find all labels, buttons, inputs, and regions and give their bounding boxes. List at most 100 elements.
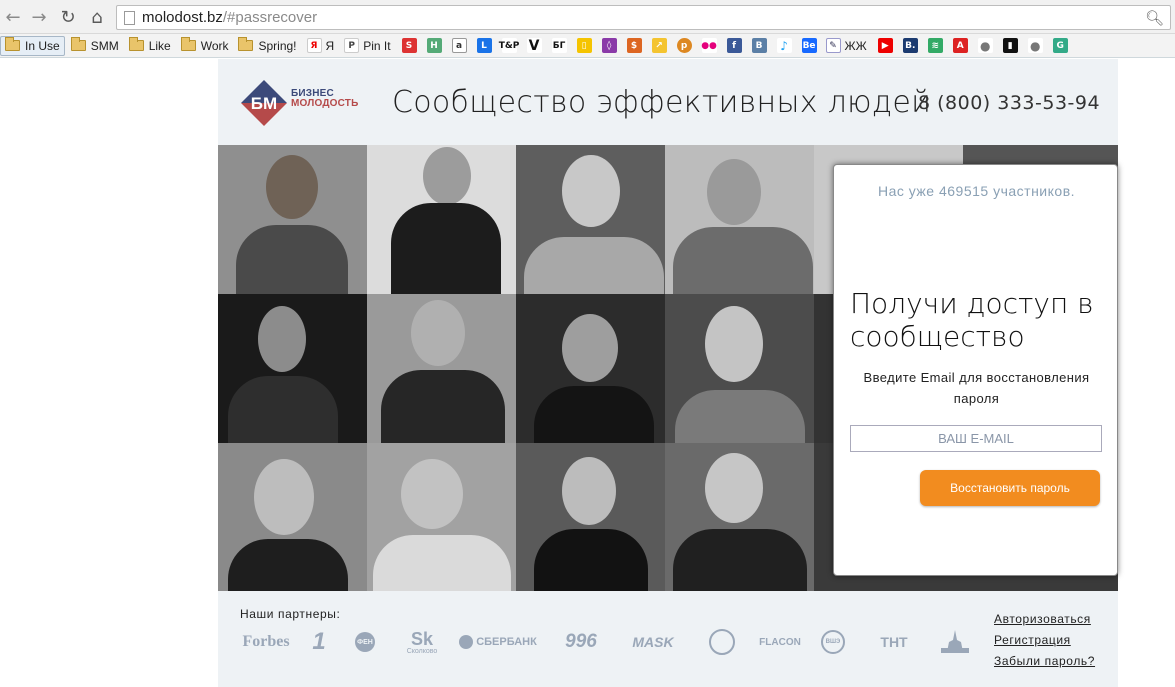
partner-skolkovo-logo[interactable]: Sk Сколково: [404, 627, 440, 657]
bookmark-folder-work[interactable]: Work: [177, 36, 233, 56]
browser-toolbar: ← → ↻ ⌂ molodost.bz/#passrecover 🔍︎: [0, 0, 1175, 34]
flickr-icon[interactable]: ●●: [701, 38, 717, 53]
logo-text[interactable]: БИЗНЕС МОЛОДОСТЬ: [291, 89, 359, 109]
v-icon[interactable]: V: [526, 38, 542, 54]
cursor-icon[interactable]: ↗: [651, 38, 667, 53]
g-icon[interactable]: G: [1052, 38, 1068, 53]
folder-icon: [70, 37, 86, 51]
login-link[interactable]: Авторизоваться: [994, 609, 1095, 630]
bg-icon[interactable]: БГ: [551, 38, 567, 53]
email-input[interactable]: [850, 425, 1102, 452]
tr-icon[interactable]: T&P: [499, 38, 519, 53]
phone-number: 8 (800) 333-53-94: [918, 92, 1101, 114]
zoom-icon[interactable]: 🔍︎: [1145, 9, 1164, 27]
member-photo: [665, 145, 814, 294]
member-photo: [367, 294, 516, 443]
partners-label: Наши партнеры:: [240, 607, 341, 621]
logo-mark-text: БМ: [251, 94, 277, 113]
link-icon[interactable]: a: [451, 38, 467, 53]
behance-icon[interactable]: Be: [801, 38, 817, 53]
pinterest-icon[interactable]: p: [676, 38, 692, 53]
member-photo: [218, 443, 367, 591]
bookmarks-bar: In Use SMM Like Work Spring! ЯЯ P Pin It …: [0, 34, 1175, 58]
address-bar[interactable]: molodost.bz/#passrecover 🔍︎: [116, 5, 1171, 30]
partner-seal-logo[interactable]: [708, 627, 736, 657]
bookmark-lj[interactable]: ✎ ЖЖ: [822, 36, 871, 56]
logo-line2: МОЛОДОСТЬ: [291, 98, 359, 109]
page-icon: [124, 11, 135, 25]
site-header: БМ БИЗНЕС МОЛОДОСТЬ Сообщество эффективн…: [218, 59, 1118, 145]
forgot-password-link[interactable]: Забыли пароль?: [994, 651, 1095, 672]
bookmark-label: Like: [148, 38, 171, 53]
twitter-icon[interactable]: ♪: [776, 38, 792, 53]
forward-icon[interactable]: →: [28, 6, 50, 28]
l-icon[interactable]: L: [476, 38, 492, 53]
bookmark-label: ЖЖ: [844, 38, 867, 53]
partner-sberbank-text: СБЕРБАНК: [476, 636, 537, 648]
bookmark-folder-smm[interactable]: SMM: [67, 36, 123, 56]
member-photo: [516, 145, 665, 294]
bookmark-label: Я: [325, 38, 335, 53]
partner-msu-logo[interactable]: [940, 627, 970, 657]
tagline: Сообщество эффективных людей: [392, 85, 932, 120]
footer-links: Авторизоваться Регистрация Забыли пароль…: [994, 609, 1095, 672]
partner-tnt-logo[interactable]: ТНТ: [874, 627, 914, 657]
address-url[interactable]: molodost.bz/#passrecover: [142, 9, 317, 26]
panel-hint: Введите Email для восстановления пароля: [863, 370, 1090, 406]
partner-flacon-logo[interactable]: FLACON: [759, 627, 801, 657]
url-path: /#passrecover: [222, 9, 318, 26]
grey-apple-icon[interactable]: ●: [1027, 38, 1043, 53]
apple-icon[interactable]: ●: [977, 38, 993, 53]
msu-building-icon: [941, 630, 969, 653]
folder-icon: [238, 37, 254, 51]
vk-icon[interactable]: B: [751, 38, 767, 53]
recover-password-button[interactable]: Восстановить пароль: [920, 470, 1100, 506]
h-icon[interactable]: H: [426, 38, 442, 53]
dollar-icon[interactable]: $: [626, 38, 642, 53]
bookmark-label: Spring!: [258, 38, 297, 53]
password-recovery-panel: Нас уже 469515 участников. Получи доступ…: [833, 164, 1118, 576]
partner-996-logo[interactable]: 996: [558, 627, 604, 657]
partner-forbes-logo[interactable]: Forbes: [240, 627, 292, 657]
bookmark-folder-like[interactable]: Like: [125, 36, 175, 56]
partner-hse-logo[interactable]: ВШЭ: [820, 627, 846, 657]
home-icon[interactable]: ⌂: [86, 6, 108, 28]
bookmark-label: SMM: [90, 38, 119, 53]
partner-hse-text: ВШЭ: [821, 630, 845, 654]
page: БМ БИЗНЕС МОЛОДОСТЬ Сообщество эффективн…: [218, 59, 1118, 687]
s-icon[interactable]: S: [401, 38, 417, 53]
yandex-icon: Я: [306, 38, 322, 53]
bookmark-yandex[interactable]: ЯЯ: [303, 36, 339, 56]
register-link[interactable]: Регистрация: [994, 630, 1095, 651]
bookmark-folder-in-use[interactable]: In Use: [0, 35, 65, 56]
pen-icon: ✎: [825, 38, 841, 53]
url-host: molodost.bz: [142, 9, 223, 26]
partner-skolkovo-sub: Сколково: [406, 647, 438, 655]
back-icon[interactable]: ←: [2, 6, 24, 28]
folder-icon: [128, 37, 144, 51]
reload-icon[interactable]: ↻: [57, 6, 79, 28]
logo-mark[interactable]: БМ: [241, 80, 287, 126]
a-icon[interactable]: A: [952, 38, 968, 53]
bookmark-icon[interactable]: ▯: [576, 38, 592, 53]
b-icon[interactable]: B.: [902, 38, 918, 53]
member-photo: [367, 443, 516, 591]
folder-icon: [5, 37, 20, 51]
member-count: Нас уже 469515 участников.: [877, 183, 1076, 199]
partner-fen-logo[interactable]: ФЕН: [354, 627, 376, 657]
youtube-icon[interactable]: ▶: [877, 38, 893, 53]
partner-sberbank-logo[interactable]: СБЕРБАНК: [456, 627, 540, 657]
partner-channel-one-logo[interactable]: 1: [306, 627, 332, 657]
bookmark-label: In Use: [25, 38, 60, 53]
member-photo: [218, 294, 367, 443]
facebook-icon[interactable]: f: [726, 38, 742, 53]
bag-icon[interactable]: ▮: [1002, 38, 1018, 53]
partner-mask-logo[interactable]: MASK: [620, 627, 686, 657]
bookmark-folder-spring[interactable]: Spring!: [234, 36, 300, 56]
pin-icon: P: [344, 38, 360, 53]
shield-icon[interactable]: ◊: [601, 38, 617, 53]
member-photo: [665, 443, 814, 591]
bookmark-pin-it[interactable]: P Pin It: [340, 36, 394, 56]
signal-icon[interactable]: ≋: [927, 38, 943, 53]
seal-icon: [709, 629, 735, 655]
